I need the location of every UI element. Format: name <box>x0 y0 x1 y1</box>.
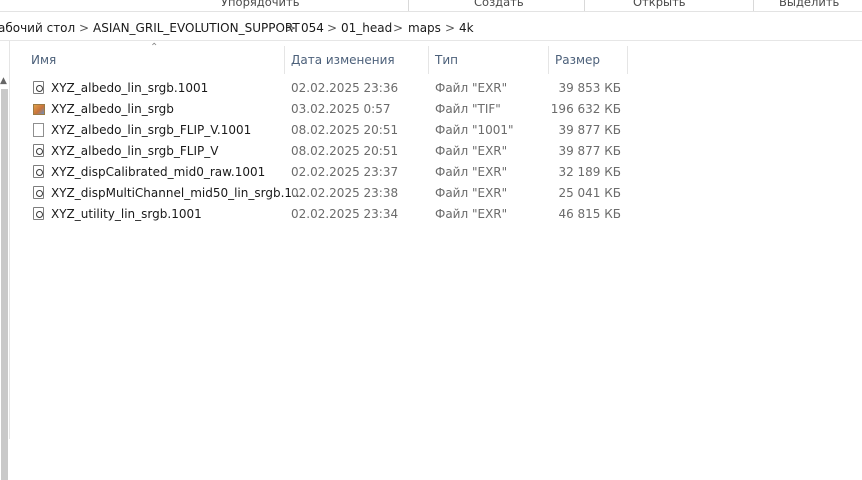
file-date: 08.02.2025 20:51 <box>291 123 399 137</box>
exr-file-icon <box>33 165 44 178</box>
exr-file-icon <box>33 186 44 199</box>
file-name[interactable]: XYZ_dispMultiChannel_mid50_lin_srgb.1... <box>51 186 303 200</box>
file-size: 39 877 КБ <box>558 123 621 137</box>
navigation-scrollbar-thumb[interactable] <box>1 89 8 480</box>
file-date: 02.02.2025 23:34 <box>291 207 399 221</box>
chevron-right-icon[interactable]: > <box>79 21 89 35</box>
ribbon-group-select[interactable]: Выделить <box>779 0 839 9</box>
file-size: 25 041 КБ <box>558 186 621 200</box>
file-list: XYZ_albedo_lin_srgb.1001 02.02.2025 23:3… <box>10 78 862 225</box>
navigation-pane: ▲ <box>0 41 10 480</box>
file-type: Файл "EXR" <box>435 165 508 179</box>
file-type: Файл "EXR" <box>435 207 508 221</box>
column-headers: ⌃ Имя Дата изменения Тип Размер <box>10 42 862 76</box>
file-type: Файл "TIF" <box>435 102 501 116</box>
column-divider[interactable] <box>548 46 549 74</box>
breadcrumb-item-4k[interactable]: 4k <box>459 21 474 35</box>
exr-file-icon <box>33 207 44 220</box>
ribbon-group-labels: Упорядочить Создать Открыть Выделить <box>0 0 862 12</box>
breadcrumb: абочий стол > ASIAN_GRIL_EVOLUTION_SUPPO… <box>0 18 862 41</box>
file-name[interactable]: XYZ_albedo_lin_srgb <box>51 102 174 116</box>
file-name[interactable]: XYZ_albedo_lin_srgb_FLIP_V <box>51 144 218 158</box>
file-name[interactable]: XYZ_albedo_lin_srgb.1001 <box>51 81 208 95</box>
file-row[interactable]: XYZ_albedo_lin_srgb 03.02.2025 0:57 Файл… <box>10 99 862 120</box>
file-name[interactable]: XYZ_albedo_lin_srgb_FLIP_V.1001 <box>51 123 251 137</box>
file-date: 02.02.2025 23:38 <box>291 186 399 200</box>
breadcrumb-item-desktop[interactable]: абочий стол <box>0 21 75 35</box>
column-header-type[interactable]: Тип <box>435 53 458 67</box>
file-type: Файл "EXR" <box>435 144 508 158</box>
ribbon-group-new[interactable]: Создать <box>474 0 524 9</box>
file-date: 08.02.2025 20:51 <box>291 144 399 158</box>
column-divider[interactable] <box>428 46 429 74</box>
file-size: 196 632 КБ <box>550 102 621 116</box>
chevron-right-icon[interactable]: > <box>286 21 296 35</box>
ribbon-divider <box>584 0 585 11</box>
chevron-right-icon[interactable]: > <box>445 21 455 35</box>
file-date: 02.02.2025 23:37 <box>291 165 399 179</box>
file-size: 46 815 КБ <box>558 207 621 221</box>
file-row[interactable]: XYZ_dispCalibrated_mid0_raw.1001 02.02.2… <box>10 162 862 183</box>
file-name[interactable]: XYZ_dispCalibrated_mid0_raw.1001 <box>51 165 265 179</box>
column-header-name[interactable]: Имя <box>31 53 56 67</box>
file-type: Файл "1001" <box>435 123 514 137</box>
file-row[interactable]: XYZ_utility_lin_srgb.1001 02.02.2025 23:… <box>10 204 862 225</box>
ribbon-divider <box>753 0 754 11</box>
exr-file-icon <box>33 144 44 157</box>
ribbon-group-open[interactable]: Открыть <box>633 0 686 9</box>
sort-ascending-icon: ⌃ <box>150 42 159 53</box>
breadcrumb-item-054[interactable]: 054 <box>301 21 324 35</box>
column-divider[interactable] <box>284 46 285 74</box>
scroll-up-arrow-icon[interactable]: ▲ <box>0 77 7 86</box>
file-size: 39 877 КБ <box>558 144 621 158</box>
file-row[interactable]: XYZ_albedo_lin_srgb_FLIP_V.1001 08.02.20… <box>10 120 862 141</box>
column-header-date[interactable]: Дата изменения <box>291 53 395 67</box>
chevron-right-icon[interactable]: > <box>393 21 403 35</box>
file-row[interactable]: XYZ_albedo_lin_srgb_FLIP_V 08.02.2025 20… <box>10 141 862 162</box>
column-divider[interactable] <box>627 46 628 74</box>
breadcrumb-item-project[interactable]: ASIAN_GRIL_EVOLUTION_SUPPORT <box>93 21 300 35</box>
column-header-size[interactable]: Размер <box>555 53 600 67</box>
breadcrumb-item-01-head[interactable]: 01_head <box>341 21 392 35</box>
ribbon-divider <box>408 0 409 11</box>
file-row[interactable]: XYZ_albedo_lin_srgb.1001 02.02.2025 23:3… <box>10 78 862 99</box>
file-date: 02.02.2025 23:36 <box>291 81 399 95</box>
file-row[interactable]: XYZ_dispMultiChannel_mid50_lin_srgb.1...… <box>10 183 862 204</box>
file-type: Файл "EXR" <box>435 186 508 200</box>
exr-file-icon <box>33 81 44 94</box>
ribbon-group-organize[interactable]: Упорядочить <box>221 0 300 9</box>
file-size: 39 853 КБ <box>558 81 621 95</box>
file-type: Файл "EXR" <box>435 81 508 95</box>
file-name[interactable]: XYZ_utility_lin_srgb.1001 <box>51 207 202 221</box>
chevron-right-icon[interactable]: > <box>327 21 337 35</box>
tif-image-icon <box>33 104 45 115</box>
file-date: 03.02.2025 0:57 <box>291 102 391 116</box>
blank-file-icon <box>33 123 44 137</box>
breadcrumb-item-maps[interactable]: maps <box>408 21 441 35</box>
file-size: 32 189 КБ <box>558 165 621 179</box>
